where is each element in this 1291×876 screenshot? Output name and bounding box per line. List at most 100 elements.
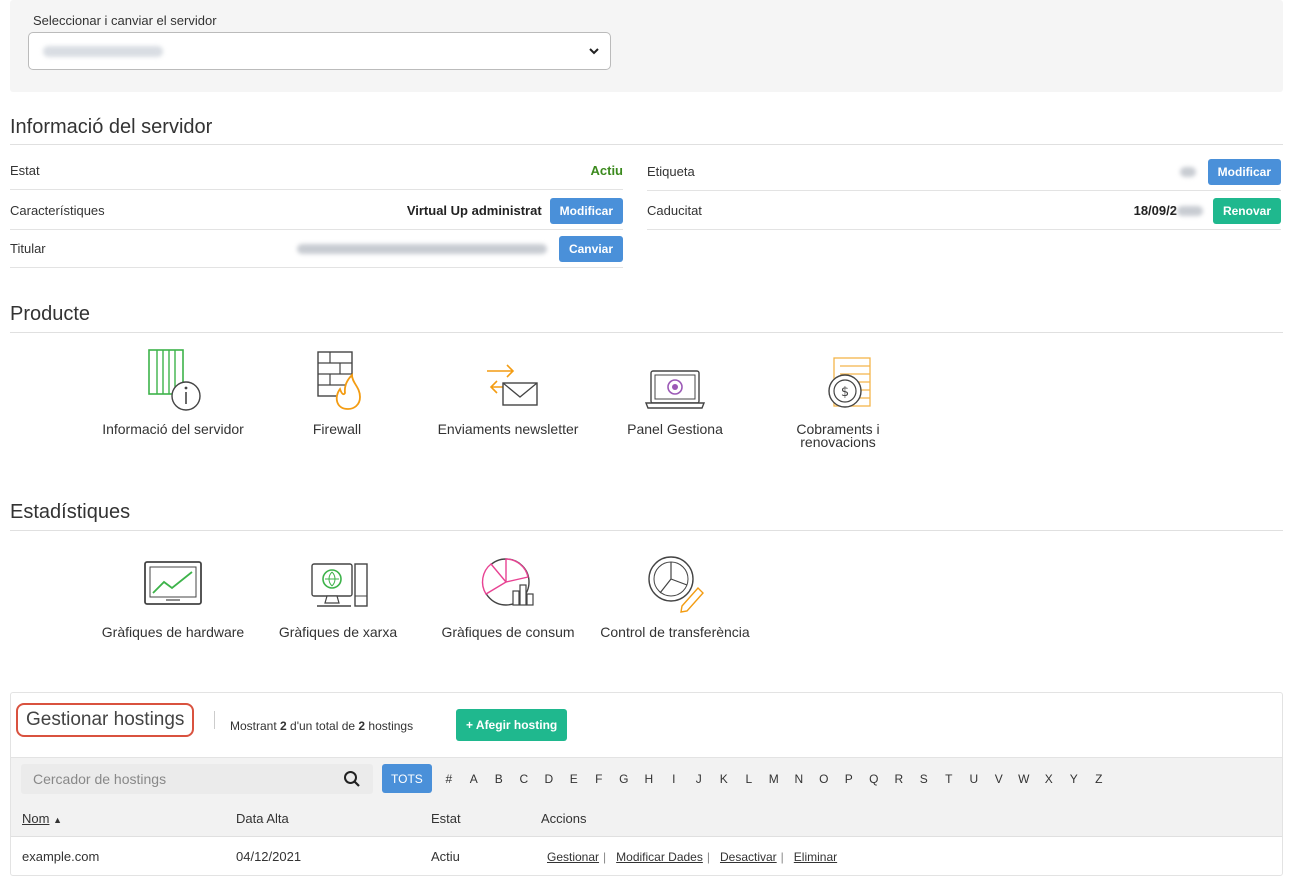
add-hosting-button[interactable]: + Afegir hosting xyxy=(456,709,568,741)
letter-filter-all[interactable]: TOTS xyxy=(382,764,432,793)
cell-actions: Gestionar | Modificar Dades | Desactivar | Eli… xyxy=(547,849,838,864)
tile-label: Control de transferència xyxy=(600,624,750,640)
letter-filter-r[interactable]: R xyxy=(887,764,911,793)
letter-filter-k[interactable]: K xyxy=(712,764,736,793)
letter-filter-a[interactable]: A xyxy=(462,764,486,793)
letter-filter-i[interactable]: I xyxy=(662,764,686,793)
letter-filter-d[interactable]: D xyxy=(537,764,561,793)
panel-icon xyxy=(644,370,706,409)
letter-filter-s[interactable]: S xyxy=(912,764,936,793)
server-info-title: Informació del servidor xyxy=(10,116,213,138)
letter-filter-n[interactable]: N xyxy=(787,764,811,793)
divider xyxy=(10,332,1283,333)
letter-filter-c[interactable]: C xyxy=(512,764,536,793)
tile-transfer-control[interactable]: Control de transferència xyxy=(595,548,755,639)
letter-filter: TOTS # A B C D E F G H I J K L M N O P Q R S T U V W X Y Z xyxy=(382,764,1112,793)
info-key: Etiqueta xyxy=(647,164,695,179)
letter-filter-f[interactable]: F xyxy=(587,764,611,793)
letter-filter-g[interactable]: G xyxy=(612,764,636,793)
column-name[interactable]: Nom ▲ xyxy=(11,811,224,826)
tile-label: Gràfiques de consum xyxy=(441,624,575,640)
letter-filter-e[interactable]: E xyxy=(562,764,586,793)
letter-filter-u[interactable]: U xyxy=(962,764,986,793)
delete-link[interactable]: Eliminar xyxy=(794,850,837,864)
server-select-value xyxy=(43,46,163,57)
cell-date: 04/12/2021 xyxy=(236,848,302,864)
search-input[interactable] xyxy=(21,764,373,794)
tile-label: Gràfiques de xarxa xyxy=(278,624,398,640)
divider xyxy=(10,530,1283,531)
hostings-panel: Gestionar hostings Mostrant 2 d'un total… xyxy=(10,692,1283,876)
letter-filter-t[interactable]: T xyxy=(937,764,961,793)
tile-label: Cobraments i renovacions xyxy=(796,421,880,450)
edit-data-link[interactable]: Modificar Dades xyxy=(616,850,703,864)
column-actions: Accions xyxy=(541,811,587,826)
hardware-chart-icon xyxy=(144,561,202,605)
chevron-down-icon xyxy=(589,48,599,55)
stats-title: Estadístiques xyxy=(10,501,131,523)
letter-filter-hash[interactable]: # xyxy=(437,764,461,793)
letter-filter-x[interactable]: X xyxy=(1037,764,1061,793)
deactivate-link[interactable]: Desactivar xyxy=(720,850,777,864)
info-key: Característiques xyxy=(10,203,105,218)
info-row-caducitat: Caducitat 18/09/2 Renovar xyxy=(647,192,1281,230)
letter-filter-p[interactable]: P xyxy=(837,764,861,793)
tile-label: Informació del servidor xyxy=(102,421,244,437)
billing-icon: $ xyxy=(828,357,871,408)
divider xyxy=(10,144,1283,145)
status-value: Actiu xyxy=(590,163,624,178)
letter-filter-m[interactable]: M xyxy=(762,764,786,793)
expiry-value-blur xyxy=(1176,205,1203,216)
expiry-value: 18/09/2 xyxy=(1133,203,1177,218)
info-row-caracteristiques: Característiques Virtual Up administrat … xyxy=(10,192,623,230)
letter-filter-l[interactable]: L xyxy=(737,764,761,793)
hostings-count: Mostrant 2 d'un total de 2 hostings xyxy=(230,719,414,733)
modify-features-button[interactable]: Modificar xyxy=(549,197,623,224)
server-info-icon xyxy=(148,349,201,411)
tile-firewall[interactable]: Firewall xyxy=(257,345,417,436)
tile-label: Gràfiques de hardware xyxy=(101,624,245,640)
letter-filter-z[interactable]: Z xyxy=(1087,764,1111,793)
product-title: Producte xyxy=(10,303,91,325)
transfer-control-icon xyxy=(648,556,704,613)
letter-filter-q[interactable]: Q xyxy=(862,764,886,793)
svg-text:$: $ xyxy=(841,385,849,400)
features-value: Virtual Up administrat xyxy=(406,203,542,218)
table-row: example.com 04/12/2021 Actiu Gestionar | M… xyxy=(11,838,1282,874)
manage-link[interactable]: Gestionar xyxy=(547,850,599,864)
tile-hardware-charts[interactable]: Gràfiques de hardware xyxy=(93,548,253,639)
server-select[interactable] xyxy=(28,32,611,70)
tile-consumption-charts[interactable]: Gràfiques de consum xyxy=(428,548,588,639)
newsletter-icon xyxy=(487,364,538,406)
tile-newsletter[interactable]: Enviaments newsletter xyxy=(428,345,588,436)
table-header: Nom ▲ Data Alta Estat Accions xyxy=(11,801,1282,837)
tile-label: Panel Gestiona xyxy=(627,421,723,437)
tile-billing[interactable]: $ Cobraments i renovacions xyxy=(758,345,918,449)
tile-panel[interactable]: Panel Gestiona xyxy=(595,345,755,436)
consumption-chart-icon xyxy=(481,558,534,606)
tile-network-charts[interactable]: Gràfiques de xarxa xyxy=(258,548,418,639)
letter-filter-o[interactable]: O xyxy=(812,764,836,793)
renew-button[interactable]: Renovar xyxy=(1212,197,1281,224)
letter-filter-w[interactable]: W xyxy=(1012,764,1036,793)
tile-label: Firewall xyxy=(312,421,362,437)
letter-filter-h[interactable]: H xyxy=(637,764,661,793)
cell-name: example.com xyxy=(22,848,100,864)
tile-server-info[interactable]: Informació del servidor xyxy=(93,345,253,436)
letter-filter-v[interactable]: V xyxy=(987,764,1011,793)
info-key: Caducitat xyxy=(647,203,702,218)
column-status: Estat xyxy=(431,811,461,826)
letter-filter-j[interactable]: J xyxy=(687,764,711,793)
tile-label: Enviaments newsletter xyxy=(437,421,579,437)
letter-filter-b[interactable]: B xyxy=(487,764,511,793)
firewall-icon xyxy=(317,351,361,410)
server-selector-panel: Seleccionar i canviar el servidor xyxy=(10,0,1283,92)
change-holder-button[interactable]: Canviar xyxy=(558,235,623,262)
server-selector-label: Seleccionar i canviar el servidor xyxy=(33,13,217,28)
network-chart-icon xyxy=(311,563,368,607)
modify-label-button[interactable]: Modificar xyxy=(1207,158,1281,185)
letter-filter-y[interactable]: Y xyxy=(1062,764,1086,793)
info-key: Titular xyxy=(10,241,46,256)
info-key: Estat xyxy=(10,163,40,178)
search-icon[interactable] xyxy=(343,770,361,788)
